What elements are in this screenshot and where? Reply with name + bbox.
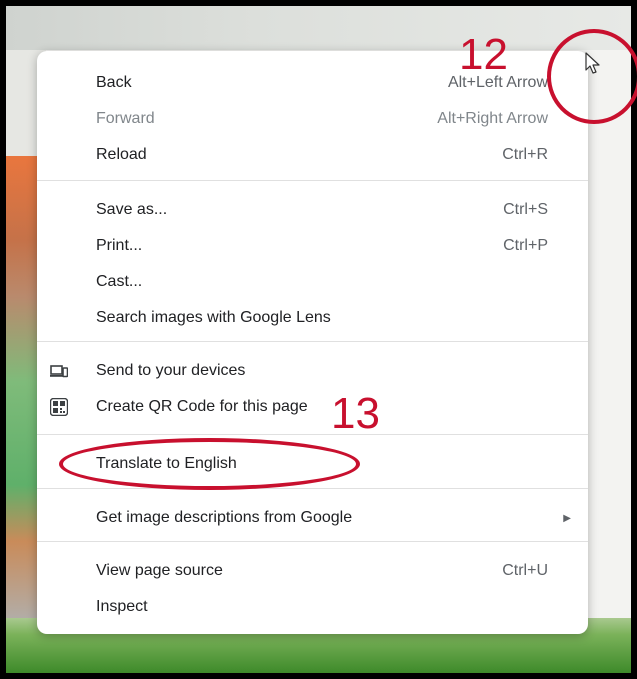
context-menu: Back Alt+Left Arrow Forward Alt+Right Ar… — [37, 51, 588, 634]
menu-item-shortcut: Ctrl+P — [503, 237, 548, 254]
mouse-pointer-icon — [584, 52, 602, 76]
menu-separator — [37, 180, 588, 181]
annotation-circle-12 — [547, 29, 637, 124]
menu-item-label: Inspect — [96, 598, 148, 615]
menu-item-label: Reload — [96, 146, 147, 163]
menu-item-save-as[interactable]: Save as... Ctrl+S — [37, 193, 588, 227]
menu-item-image-descriptions[interactable]: Get image descriptions from Google ▶ — [37, 501, 588, 535]
menu-item-view-page-source[interactable]: View page source Ctrl+U — [37, 554, 588, 588]
menu-item-google-lens[interactable]: Search images with Google Lens — [37, 301, 588, 335]
menu-item-label: Forward — [96, 110, 155, 127]
annotation-ellipse-13 — [59, 438, 360, 490]
menu-item-label: Search images with Google Lens — [96, 309, 331, 326]
step-number-12: 12 — [459, 30, 508, 79]
menu-separator — [37, 341, 588, 342]
menu-item-label: Create QR Code for this page — [96, 398, 308, 415]
menu-item-print[interactable]: Print... Ctrl+P — [37, 229, 588, 263]
menu-item-label: Get image descriptions from Google — [96, 509, 353, 526]
menu-item-label: View page source — [96, 562, 223, 579]
menu-item-label: Send to your devices — [96, 362, 246, 379]
menu-separator — [37, 434, 588, 435]
menu-item-shortcut: Ctrl+S — [503, 201, 548, 218]
menu-item-inspect[interactable]: Inspect — [37, 590, 588, 624]
step-number-13: 13 — [331, 389, 380, 438]
menu-item-shortcut: Ctrl+R — [502, 146, 548, 163]
menu-item-reload[interactable]: Reload Ctrl+R — [37, 138, 588, 172]
menu-item-create-qr-code[interactable]: Create QR Code for this page — [37, 390, 588, 424]
menu-separator — [37, 488, 588, 489]
menu-item-shortcut: Alt+Right Arrow — [437, 110, 548, 127]
menu-item-forward[interactable]: Forward Alt+Right Arrow — [37, 102, 588, 136]
menu-item-cast[interactable]: Cast... — [37, 265, 588, 299]
menu-item-shortcut: Ctrl+U — [502, 562, 548, 579]
menu-item-label: Back — [96, 74, 132, 91]
menu-separator — [37, 541, 588, 542]
menu-item-send-to-devices[interactable]: Send to your devices — [37, 354, 588, 388]
submenu-arrow-icon: ▶ — [563, 512, 571, 524]
menu-item-label: Cast... — [96, 273, 143, 290]
qr-code-icon — [49, 397, 69, 417]
devices-icon — [50, 362, 69, 380]
webpage-header-image — [6, 6, 631, 50]
menu-item-label: Save as... — [96, 201, 168, 218]
menu-item-label: Print... — [96, 237, 143, 254]
